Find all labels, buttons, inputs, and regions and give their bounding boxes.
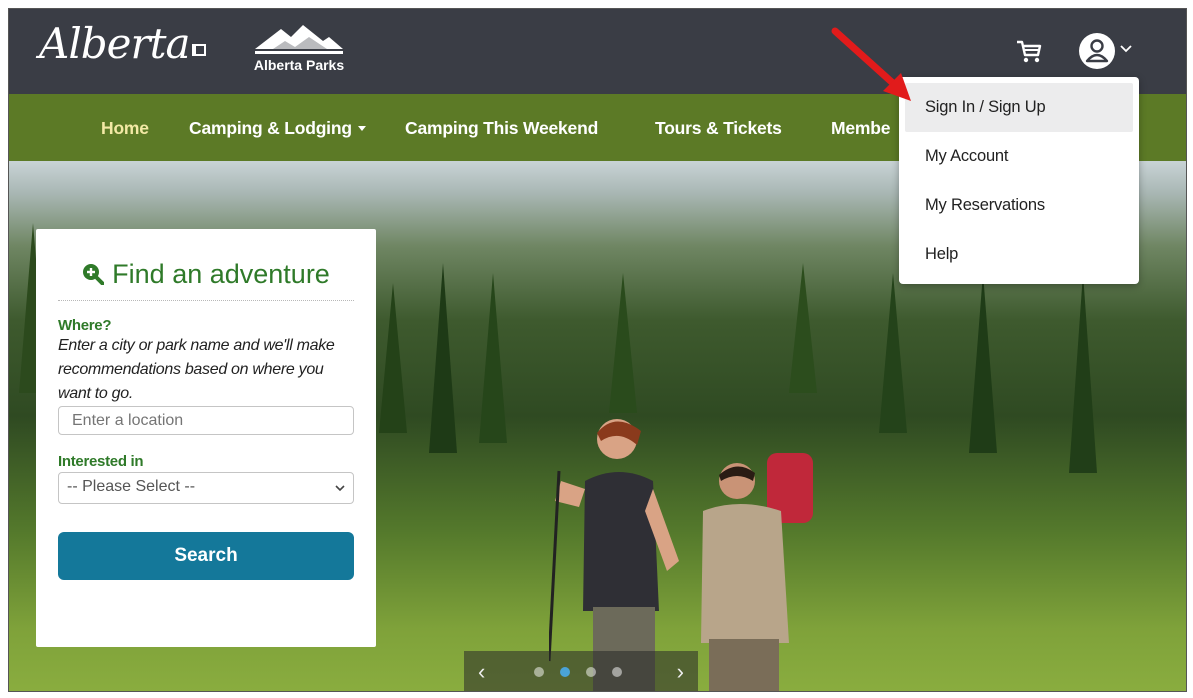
tree-shape xyxy=(609,273,637,413)
flag-icon xyxy=(191,44,206,56)
search-card: Find an adventure Where? Enter a city or… xyxy=(36,229,376,647)
menu-my-account[interactable]: My Account xyxy=(899,132,1139,181)
carousel-next-button[interactable]: › xyxy=(677,659,684,685)
user-icon[interactable] xyxy=(1079,33,1115,69)
interested-select-value: -- Please Select -- xyxy=(67,478,196,495)
nav-tours-tickets[interactable]: Tours & Tickets xyxy=(655,118,782,139)
carousel-dot-active[interactable] xyxy=(560,667,570,677)
tree-shape xyxy=(429,263,457,453)
search-plus-icon xyxy=(83,264,105,285)
tree-shape xyxy=(879,273,907,433)
nav-camping-label: Camping & Lodging xyxy=(189,118,352,138)
cart-icon[interactable] xyxy=(1015,39,1043,65)
parks-label: Alberta Parks xyxy=(253,57,345,73)
carousel-controls: ‹ › xyxy=(464,651,698,691)
nav-memberships[interactable]: Membe xyxy=(831,118,890,139)
alberta-logo[interactable]: Alberta xyxy=(39,23,206,65)
menu-my-reservations[interactable]: My Reservations xyxy=(899,181,1139,230)
account-dropdown: Sign In / Sign Up My Account My Reservat… xyxy=(899,77,1139,284)
search-card-title: Find an adventure xyxy=(58,259,354,301)
location-input[interactable] xyxy=(58,406,354,435)
interested-label: Interested in xyxy=(58,453,144,470)
search-button[interactable]: Search xyxy=(58,532,354,580)
interested-select[interactable]: -- Please Select -- xyxy=(58,472,354,504)
mountain-logo-icon xyxy=(255,25,343,54)
chevron-down-icon xyxy=(335,485,345,492)
tree-shape xyxy=(969,273,997,453)
caret-down-icon xyxy=(357,126,366,131)
hiker-man xyxy=(701,453,813,691)
carousel-dot[interactable] xyxy=(586,667,596,677)
alberta-parks-logo[interactable]: Alberta Parks xyxy=(241,23,357,79)
nav-camping-this-weekend[interactable]: Camping This Weekend xyxy=(405,118,598,139)
carousel-prev-button[interactable]: ‹ xyxy=(478,659,485,685)
menu-sign-in[interactable]: Sign In / Sign Up xyxy=(905,83,1133,132)
tree-shape xyxy=(379,283,407,433)
tree-shape xyxy=(789,263,817,393)
nav-home[interactable]: Home xyxy=(101,118,149,139)
nav-camping-lodging[interactable]: Camping & Lodging xyxy=(189,118,366,139)
carousel-dot[interactable] xyxy=(612,667,622,677)
menu-help[interactable]: Help xyxy=(899,230,1139,279)
person-glyph-icon xyxy=(1085,39,1109,63)
browser-frame: Alberta Alberta Parks Home Camping & Lod… xyxy=(8,8,1187,692)
carousel-dot[interactable] xyxy=(534,667,544,677)
chevron-down-icon[interactable] xyxy=(1119,44,1133,54)
hiker-woman xyxy=(549,419,679,691)
where-hint: Enter a city or park name and we'll make… xyxy=(58,337,335,402)
annotation-arrow-icon xyxy=(831,27,911,101)
search-title-text: Find an adventure xyxy=(112,259,330,289)
alberta-wordmark: Alberta xyxy=(39,19,190,68)
tree-shape xyxy=(1069,273,1097,473)
tree-shape xyxy=(479,273,507,443)
where-label: Where? xyxy=(58,317,112,334)
